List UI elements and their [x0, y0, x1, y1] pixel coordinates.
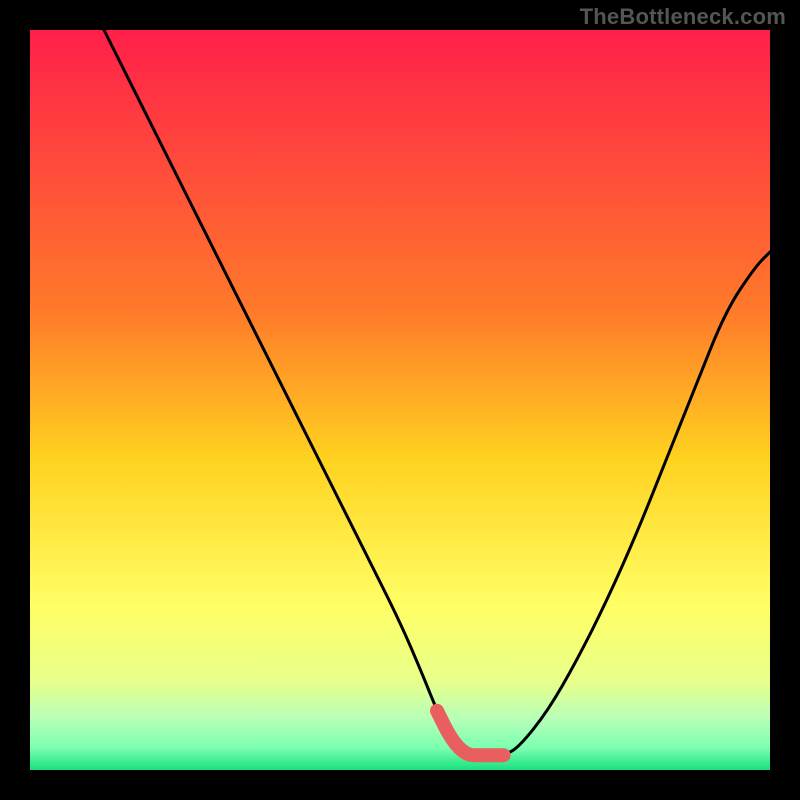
- bottleneck-chart: [0, 0, 800, 800]
- chart-frame: { "watermark": "TheBottleneck.com", "col…: [0, 0, 800, 800]
- plot-background: [30, 30, 770, 770]
- watermark-text: TheBottleneck.com: [580, 4, 786, 30]
